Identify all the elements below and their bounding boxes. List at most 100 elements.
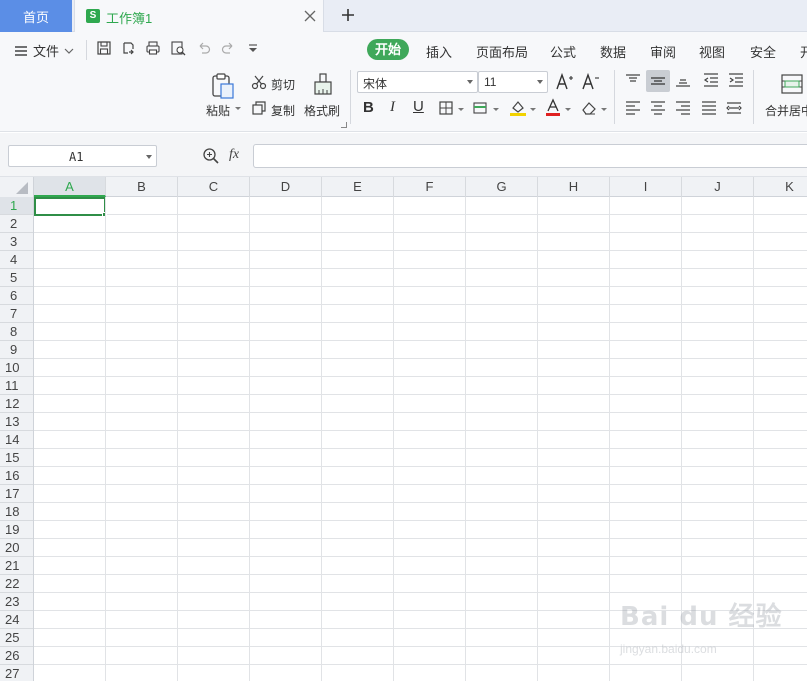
paste-icon[interactable] — [210, 72, 236, 100]
row-header[interactable]: 2 — [0, 215, 33, 233]
decrease-font-icon[interactable] — [581, 72, 601, 92]
column-header[interactable]: C — [178, 177, 250, 197]
column-header[interactable]: H — [538, 177, 610, 197]
align-center-icon[interactable] — [649, 100, 667, 116]
row-header[interactable]: 10 — [0, 359, 33, 377]
row-header[interactable]: 11 — [0, 377, 33, 395]
new-tab-button[interactable] — [340, 7, 356, 23]
row-header[interactable]: 6 — [0, 287, 33, 305]
tab-start[interactable]: 开始 — [367, 39, 409, 60]
name-box[interactable]: A1 — [8, 145, 157, 167]
save-icon[interactable] — [96, 40, 112, 56]
column-header[interactable]: K — [754, 177, 807, 197]
redo-icon[interactable] — [220, 40, 236, 56]
format-painter-label[interactable]: 格式刷 — [304, 102, 340, 119]
row-header[interactable]: 27 — [0, 665, 33, 681]
dialog-launcher-icon[interactable] — [341, 122, 347, 128]
row-header[interactable]: 20 — [0, 539, 33, 557]
close-icon[interactable] — [304, 10, 316, 22]
print-icon[interactable] — [145, 40, 161, 56]
tab-page-layout[interactable]: 页面布局 — [476, 42, 528, 61]
row-header[interactable]: 26 — [0, 647, 33, 665]
row-header[interactable]: 25 — [0, 629, 33, 647]
active-cell-selection[interactable] — [34, 197, 106, 216]
bold-icon[interactable]: B — [363, 99, 374, 116]
row-header[interactable]: 8 — [0, 323, 33, 341]
align-right-icon[interactable] — [674, 100, 692, 116]
fill-color-icon[interactable] — [508, 98, 528, 118]
column-header[interactable]: E — [322, 177, 394, 197]
column-header[interactable]: F — [394, 177, 466, 197]
tab-security[interactable]: 安全 — [750, 42, 776, 61]
column-header[interactable]: A — [34, 177, 106, 197]
select-all-button[interactable] — [0, 177, 34, 197]
align-top-icon[interactable] — [624, 72, 642, 88]
row-header[interactable]: 14 — [0, 431, 33, 449]
border-icon[interactable] — [438, 100, 454, 116]
row-header[interactable]: 16 — [0, 467, 33, 485]
cell-style-icon[interactable] — [472, 100, 490, 116]
row-header[interactable]: 22 — [0, 575, 33, 593]
paste-label[interactable]: 粘贴 — [206, 102, 230, 119]
row-header[interactable]: 19 — [0, 521, 33, 539]
font-color-icon[interactable] — [544, 98, 562, 118]
copy-label[interactable]: 复制 — [271, 102, 295, 119]
underline-icon[interactable]: U — [413, 98, 424, 115]
row-header[interactable]: 4 — [0, 251, 33, 269]
merge-center-icon[interactable] — [780, 72, 804, 96]
row-header[interactable]: 3 — [0, 233, 33, 251]
column-header[interactable]: I — [610, 177, 682, 197]
tab-data[interactable]: 数据 — [600, 42, 626, 61]
row-header[interactable]: 21 — [0, 557, 33, 575]
indent-increase-icon[interactable] — [727, 72, 745, 88]
align-bottom-icon[interactable] — [674, 72, 692, 88]
export-icon[interactable] — [120, 40, 136, 56]
file-menu[interactable]: 文件 — [14, 41, 74, 60]
tab-more[interactable]: 开 — [800, 42, 807, 61]
row-header[interactable]: 1 — [0, 197, 33, 215]
insert-function-button[interactable]: fx — [229, 147, 239, 163]
row-header[interactable]: 18 — [0, 503, 33, 521]
format-painter-icon[interactable] — [312, 72, 334, 98]
undo-icon[interactable] — [196, 40, 212, 56]
merge-center-label[interactable]: 合并居中 — [765, 102, 807, 119]
align-left-icon[interactable] — [624, 100, 642, 116]
hamburger-icon — [14, 45, 28, 57]
row-header[interactable]: 5 — [0, 269, 33, 287]
ribbon: 文件 开始 插入 页面布局 公式 数据 审阅 视图 安全 开 粘贴 剪切 复制 … — [0, 32, 807, 132]
row-header[interactable]: 9 — [0, 341, 33, 359]
formula-input[interactable] — [253, 144, 807, 168]
distribute-icon[interactable] — [725, 100, 743, 116]
zoom-search-icon[interactable] — [202, 147, 220, 165]
increase-font-icon[interactable] — [555, 72, 575, 92]
tab-view[interactable]: 视图 — [699, 42, 725, 61]
row-header[interactable]: 24 — [0, 611, 33, 629]
tab-home[interactable]: 首页 — [0, 0, 72, 32]
row-header[interactable]: 7 — [0, 305, 33, 323]
row-header[interactable]: 13 — [0, 413, 33, 431]
customize-icon[interactable] — [247, 44, 259, 54]
font-size-select[interactable]: 11 — [478, 71, 548, 93]
tab-workbook[interactable]: S 工作簿1 — [74, 0, 324, 33]
tab-insert[interactable]: 插入 — [426, 42, 452, 61]
scissors-icon[interactable] — [251, 74, 267, 90]
italic-icon[interactable]: I — [390, 99, 395, 116]
column-header[interactable]: G — [466, 177, 538, 197]
font-name-select[interactable]: 宋体 — [357, 71, 478, 93]
row-header[interactable]: 17 — [0, 485, 33, 503]
row-header[interactable]: 15 — [0, 449, 33, 467]
copy-icon[interactable] — [251, 100, 267, 116]
eraser-icon[interactable] — [580, 100, 598, 116]
cut-label[interactable]: 剪切 — [271, 76, 295, 93]
row-header[interactable]: 12 — [0, 395, 33, 413]
print-preview-icon[interactable] — [170, 40, 186, 56]
column-header[interactable]: B — [106, 177, 178, 197]
tab-formulas[interactable]: 公式 — [550, 42, 576, 61]
row-header[interactable]: 23 — [0, 593, 33, 611]
tab-review[interactable]: 审阅 — [650, 42, 676, 61]
column-header[interactable]: D — [250, 177, 322, 197]
align-middle-icon[interactable] — [646, 70, 670, 92]
indent-decrease-icon[interactable] — [702, 72, 720, 88]
column-header[interactable]: J — [682, 177, 754, 197]
justify-icon[interactable] — [700, 100, 718, 116]
